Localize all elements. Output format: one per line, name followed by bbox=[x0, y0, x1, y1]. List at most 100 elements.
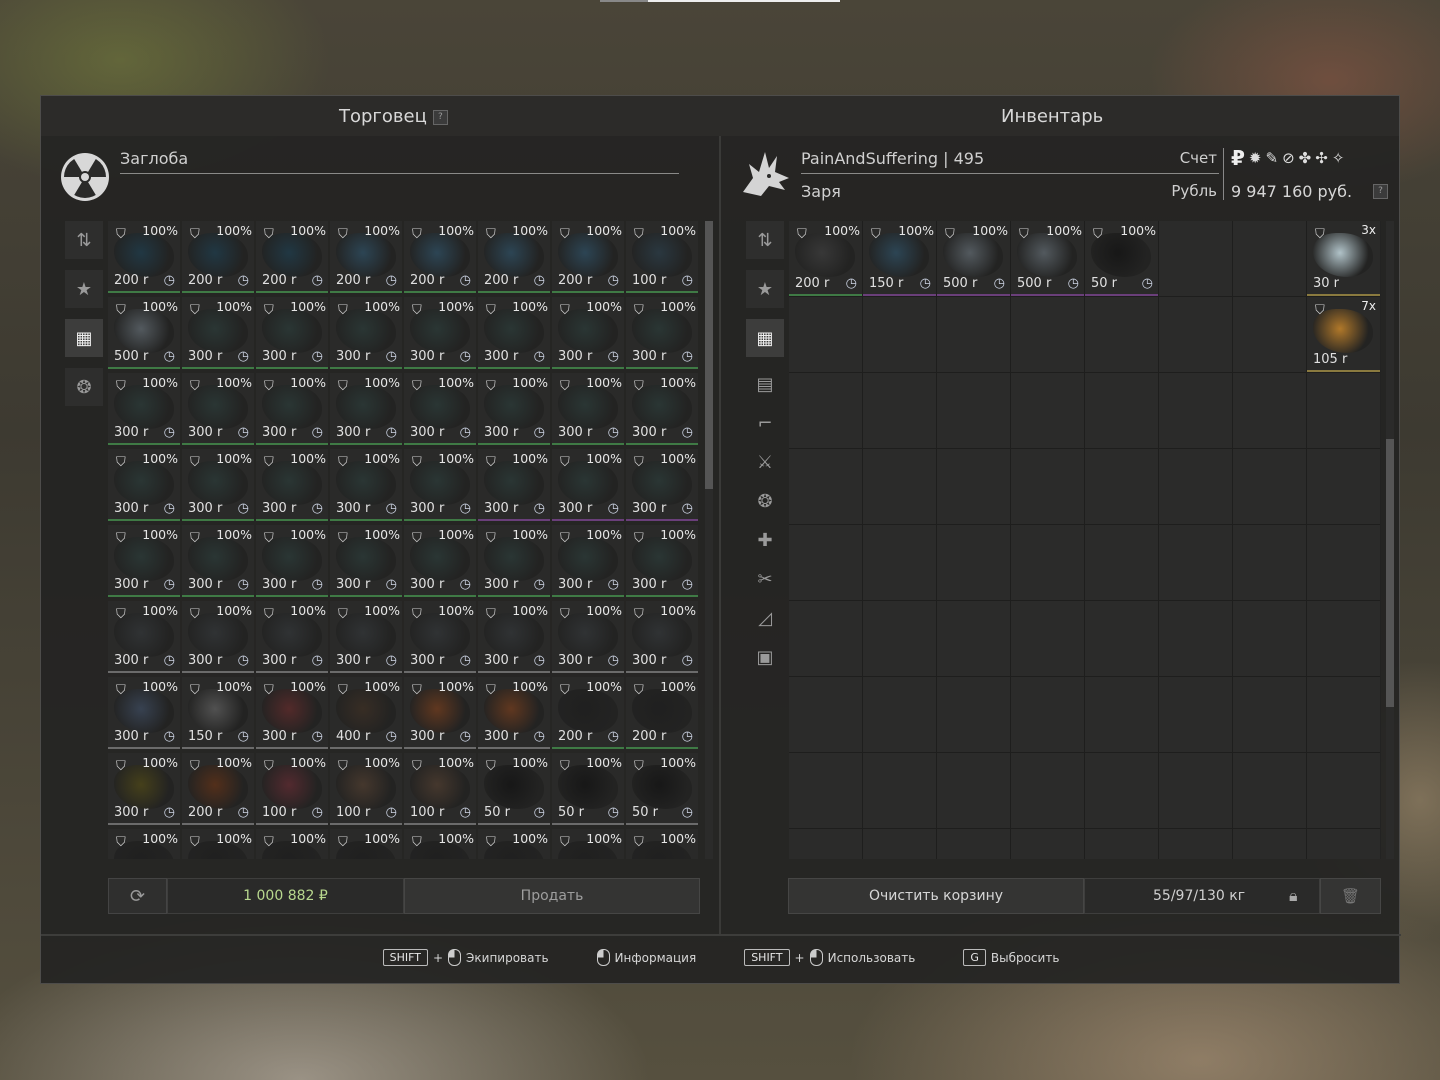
inventory-slot[interactable] bbox=[1159, 753, 1232, 828]
inventory-slot[interactable]: ⛉ 100% 200 r ◷ bbox=[789, 221, 862, 296]
trader-item[interactable]: ⛉ 100% 200 r ◷ bbox=[182, 221, 254, 293]
inventory-slot[interactable] bbox=[1307, 449, 1380, 524]
trader-item[interactable]: ⛉ 100% 300 r ◷ bbox=[108, 373, 180, 445]
inventory-slot[interactable] bbox=[863, 525, 936, 600]
trader-item[interactable]: ⛉ 100% 300 r ◷ bbox=[404, 297, 476, 369]
trader-item[interactable]: ⛉ 100% 300 r ◷ bbox=[330, 297, 402, 369]
trader-item[interactable]: ⛉ 100% 300 r ◷ bbox=[626, 373, 698, 445]
trader-item[interactable]: ⛉ 100% 300 r ◷ bbox=[256, 373, 328, 445]
inv-tools-filter[interactable]: ✂ bbox=[746, 563, 784, 595]
inventory-slot[interactable] bbox=[1085, 677, 1158, 752]
inventory-slot[interactable] bbox=[1307, 677, 1380, 752]
inventory-slot[interactable] bbox=[863, 753, 936, 828]
trader-item[interactable]: ⛉ 100% bbox=[330, 829, 402, 859]
inventory-slot[interactable] bbox=[1159, 449, 1232, 524]
inventory-slot[interactable] bbox=[1233, 297, 1306, 372]
inventory-slot[interactable] bbox=[863, 449, 936, 524]
inventory-slot[interactable] bbox=[1011, 677, 1084, 752]
inventory-slot[interactable] bbox=[1233, 677, 1306, 752]
inventory-slot[interactable] bbox=[1011, 525, 1084, 600]
trader-item[interactable]: ⛉ 100% 200 r ◷ bbox=[552, 677, 624, 749]
inventory-slot[interactable] bbox=[1307, 829, 1380, 859]
inventory-slot[interactable]: ⛉ 100% 500 r ◷ bbox=[937, 221, 1010, 296]
trader-item[interactable]: ⛉ 100% 300 r ◷ bbox=[626, 601, 698, 673]
currency-icon[interactable]: ⊘ bbox=[1282, 148, 1295, 168]
trader-item[interactable]: ⛉ 100% 100 r ◷ bbox=[404, 753, 476, 825]
inventory-slot[interactable] bbox=[1159, 221, 1232, 296]
currency-selector[interactable]: ₽ ✹ ✎ ⊘ ✤ ✣ ✧ bbox=[1231, 148, 1344, 168]
inventory-item[interactable]: ⛉ 100% 500 r ◷ bbox=[1011, 221, 1084, 296]
inventory-scroll-thumb[interactable] bbox=[1386, 439, 1394, 707]
trader-item[interactable]: ⛉ 100% bbox=[256, 829, 328, 859]
trader-item[interactable]: ⛉ 100% 300 r ◷ bbox=[404, 601, 476, 673]
trader-item[interactable]: ⛉ 100% 100 r ◷ bbox=[330, 753, 402, 825]
trader-item[interactable]: ⛉ 100% 300 r ◷ bbox=[182, 373, 254, 445]
trader-item[interactable]: ⛉ 100% 300 r ◷ bbox=[182, 297, 254, 369]
inventory-slot[interactable] bbox=[1011, 373, 1084, 448]
inv-armor-filter[interactable]: ▤ bbox=[746, 368, 784, 400]
lock-icon[interactable]: 🔒︎ bbox=[1289, 886, 1298, 906]
inventory-slot[interactable] bbox=[1085, 449, 1158, 524]
inventory-slot[interactable] bbox=[937, 677, 1010, 752]
inventory-slot[interactable] bbox=[1307, 525, 1380, 600]
artifacts-filter[interactable]: ❂ bbox=[65, 368, 103, 406]
trader-item[interactable]: ⛉ 100% 300 r ◷ bbox=[626, 449, 698, 521]
trader-item[interactable]: ⛉ 100% 300 r ◷ bbox=[108, 525, 180, 597]
balance-help-button[interactable]: ? bbox=[1373, 184, 1388, 199]
trader-item[interactable]: ⛉ 100% bbox=[478, 829, 550, 859]
currency-icon[interactable]: ✤ bbox=[1299, 148, 1312, 168]
inventory-slot[interactable] bbox=[1085, 525, 1158, 600]
trader-help-button[interactable]: ? bbox=[432, 109, 448, 125]
currency-icon[interactable]: ✧ bbox=[1332, 148, 1345, 168]
trader-item[interactable]: ⛉ 100% 300 r ◷ bbox=[478, 449, 550, 521]
inventory-slot[interactable] bbox=[1011, 753, 1084, 828]
inventory-slot[interactable] bbox=[789, 829, 862, 859]
trader-item[interactable]: ⛉ 100% bbox=[626, 829, 698, 859]
trader-item[interactable]: ⛉ 100% 300 r ◷ bbox=[404, 525, 476, 597]
inventory-slot[interactable] bbox=[789, 601, 862, 676]
trader-item[interactable]: ⛉ 100% 300 r ◷ bbox=[182, 449, 254, 521]
inventory-slot[interactable] bbox=[1085, 829, 1158, 859]
sort-button[interactable]: ⇅ bbox=[65, 221, 103, 259]
inventory-slot[interactable] bbox=[1085, 601, 1158, 676]
trader-item[interactable]: ⛉ 100% 300 r ◷ bbox=[108, 449, 180, 521]
inventory-slot[interactable] bbox=[863, 829, 936, 859]
inventory-slot[interactable]: ⛉ 3x 30 r bbox=[1307, 221, 1380, 296]
inventory-slot[interactable] bbox=[1233, 221, 1306, 296]
trader-item[interactable]: ⛉ 100% 200 r ◷ bbox=[108, 221, 180, 293]
trader-item[interactable]: ⛉ 100% 300 r ◷ bbox=[256, 677, 328, 749]
inv-blueprints-filter[interactable]: ◿ bbox=[746, 602, 784, 634]
inventory-slot[interactable] bbox=[937, 525, 1010, 600]
inventory-slot[interactable] bbox=[789, 677, 862, 752]
inventory-slot[interactable] bbox=[1011, 297, 1084, 372]
inventory-item[interactable]: ⛉ 100% 500 r ◷ bbox=[937, 221, 1010, 296]
inventory-slot[interactable] bbox=[1085, 297, 1158, 372]
inventory-slot[interactable] bbox=[1233, 449, 1306, 524]
inventory-item[interactable]: ⛉ 100% 150 r ◷ bbox=[863, 221, 936, 296]
inventory-slot[interactable] bbox=[1233, 373, 1306, 448]
inventory-item[interactable]: ⛉ 7x 105 r bbox=[1307, 297, 1380, 372]
trader-item[interactable]: ⛉ 100% bbox=[108, 829, 180, 859]
inventory-slot[interactable]: ⛉ 100% 150 r ◷ bbox=[863, 221, 936, 296]
inventory-slot[interactable] bbox=[789, 373, 862, 448]
inv-misc-filter[interactable]: ▣ bbox=[746, 641, 784, 673]
trader-item[interactable]: ⛉ 100% 300 r ◷ bbox=[478, 525, 550, 597]
trader-item[interactable]: ⛉ 100% 300 r ◷ bbox=[330, 525, 402, 597]
currency-refresh-button[interactable]: ⟳ bbox=[108, 878, 167, 914]
trader-item[interactable]: ⛉ 100% 300 r ◷ bbox=[478, 677, 550, 749]
inventory-item[interactable]: ⛉ 100% 50 r ◷ bbox=[1085, 221, 1158, 296]
inventory-slot[interactable] bbox=[937, 373, 1010, 448]
inventory-slot[interactable] bbox=[937, 601, 1010, 676]
inventory-slot[interactable] bbox=[1159, 677, 1232, 752]
trader-item[interactable]: ⛉ 100% 300 r ◷ bbox=[108, 601, 180, 673]
trader-item[interactable]: ⛉ 100% 300 r ◷ bbox=[404, 677, 476, 749]
trader-item[interactable]: ⛉ 100% 300 r ◷ bbox=[404, 373, 476, 445]
favorites-filter[interactable]: ★ bbox=[65, 270, 103, 308]
trader-item[interactable]: ⛉ 100% 300 r ◷ bbox=[182, 525, 254, 597]
trader-item[interactable]: ⛉ 100% 300 r ◷ bbox=[256, 297, 328, 369]
trader-item[interactable]: ⛉ 100% bbox=[404, 829, 476, 859]
inventory-slot[interactable] bbox=[789, 297, 862, 372]
inventory-slot[interactable] bbox=[1159, 601, 1232, 676]
trader-item[interactable]: ⛉ 100% 50 r ◷ bbox=[626, 753, 698, 825]
inventory-slot[interactable] bbox=[937, 753, 1010, 828]
